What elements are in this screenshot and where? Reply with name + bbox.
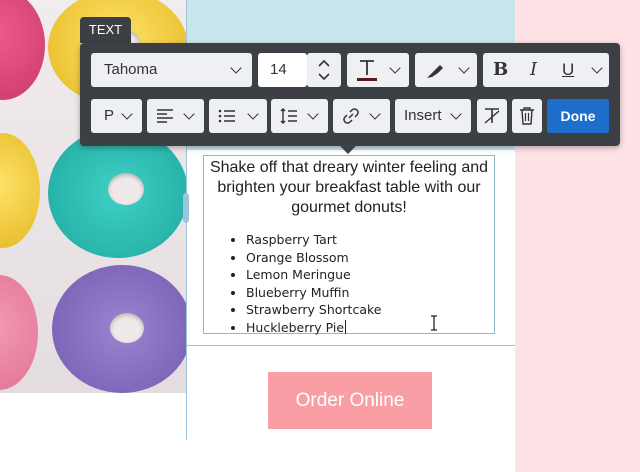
element-type-tag: TEXT	[80, 17, 131, 43]
chevron-down-icon	[450, 108, 462, 120]
align-select[interactable]	[147, 99, 204, 133]
list-item[interactable]: Raspberry Tart	[246, 231, 381, 249]
font-size-value: 14	[270, 61, 287, 78]
text-style-group: B I U	[483, 53, 609, 87]
chevron-down-icon	[183, 108, 195, 120]
chevron-down-icon	[369, 108, 381, 120]
align-left-icon	[157, 109, 173, 123]
section-divider	[187, 345, 515, 346]
donut-purple	[52, 265, 186, 393]
link-select[interactable]	[333, 99, 390, 133]
chevron-down-icon	[121, 108, 133, 120]
order-online-button[interactable]: Order Online	[268, 372, 432, 429]
italic-icon[interactable]: I	[530, 53, 537, 87]
bullet-list-icon	[218, 109, 235, 123]
insert-label: Insert	[404, 107, 442, 124]
insert-select[interactable]: Insert	[395, 99, 471, 133]
text-color-icon	[357, 60, 377, 81]
chevron-down-icon	[307, 108, 319, 120]
line-height-icon	[280, 108, 297, 124]
list-item[interactable]: Strawberry Shortcake	[246, 301, 381, 319]
ibeam-cursor-icon	[431, 315, 437, 331]
line-height-select[interactable]	[271, 99, 328, 133]
chevron-down-icon	[458, 62, 470, 74]
block-type-select[interactable]: P	[91, 99, 142, 133]
font-size-input[interactable]: 14	[258, 53, 307, 87]
text-block[interactable]: Shake off that dreary winter feeling and…	[203, 155, 495, 336]
toolbar-pointer	[340, 146, 356, 154]
text-color-button[interactable]	[347, 53, 409, 87]
text-caret	[345, 319, 347, 334]
delete-icon	[520, 107, 534, 125]
stepper-up-icon[interactable]	[318, 59, 330, 67]
font-family-select[interactable]: Tahoma	[91, 53, 252, 87]
highlight-button[interactable]	[415, 53, 477, 87]
stepper-down-icon[interactable]	[318, 73, 330, 81]
resize-handle[interactable]	[183, 193, 189, 223]
list-item[interactable]: Orange Blossom	[246, 249, 381, 267]
list-item-text[interactable]: Huckleberry Pie	[246, 320, 344, 335]
list-item[interactable]: Blueberry Muffin	[246, 284, 381, 302]
link-icon	[343, 108, 359, 124]
list-select[interactable]	[209, 99, 267, 133]
chevron-down-icon	[230, 62, 242, 74]
done-button[interactable]: Done	[547, 99, 609, 133]
font-family-value: Tahoma	[104, 61, 158, 78]
intro-paragraph[interactable]: Shake off that dreary winter feeling and…	[204, 158, 494, 218]
bold-icon[interactable]: B	[493, 53, 508, 87]
chevron-down-icon	[247, 108, 259, 120]
flavor-list[interactable]: Raspberry Tart Orange Blossom Lemon Meri…	[224, 231, 381, 336]
clear-format-button[interactable]	[477, 99, 507, 133]
list-item[interactable]: Huckleberry Pie	[246, 319, 381, 337]
highlight-icon	[427, 65, 443, 78]
chevron-down-icon	[591, 62, 603, 74]
underline-icon[interactable]: U	[562, 53, 574, 87]
text-toolbar: Tahoma 14 B I U P Insert Done	[80, 43, 620, 146]
block-type-value: P	[104, 107, 115, 124]
font-size-stepper[interactable]	[307, 53, 341, 87]
list-item[interactable]: Lemon Meringue	[246, 266, 381, 284]
delete-button[interactable]	[512, 99, 542, 133]
chevron-down-icon	[389, 62, 401, 74]
donut-teal	[48, 128, 186, 258]
clear-format-icon	[484, 108, 500, 124]
